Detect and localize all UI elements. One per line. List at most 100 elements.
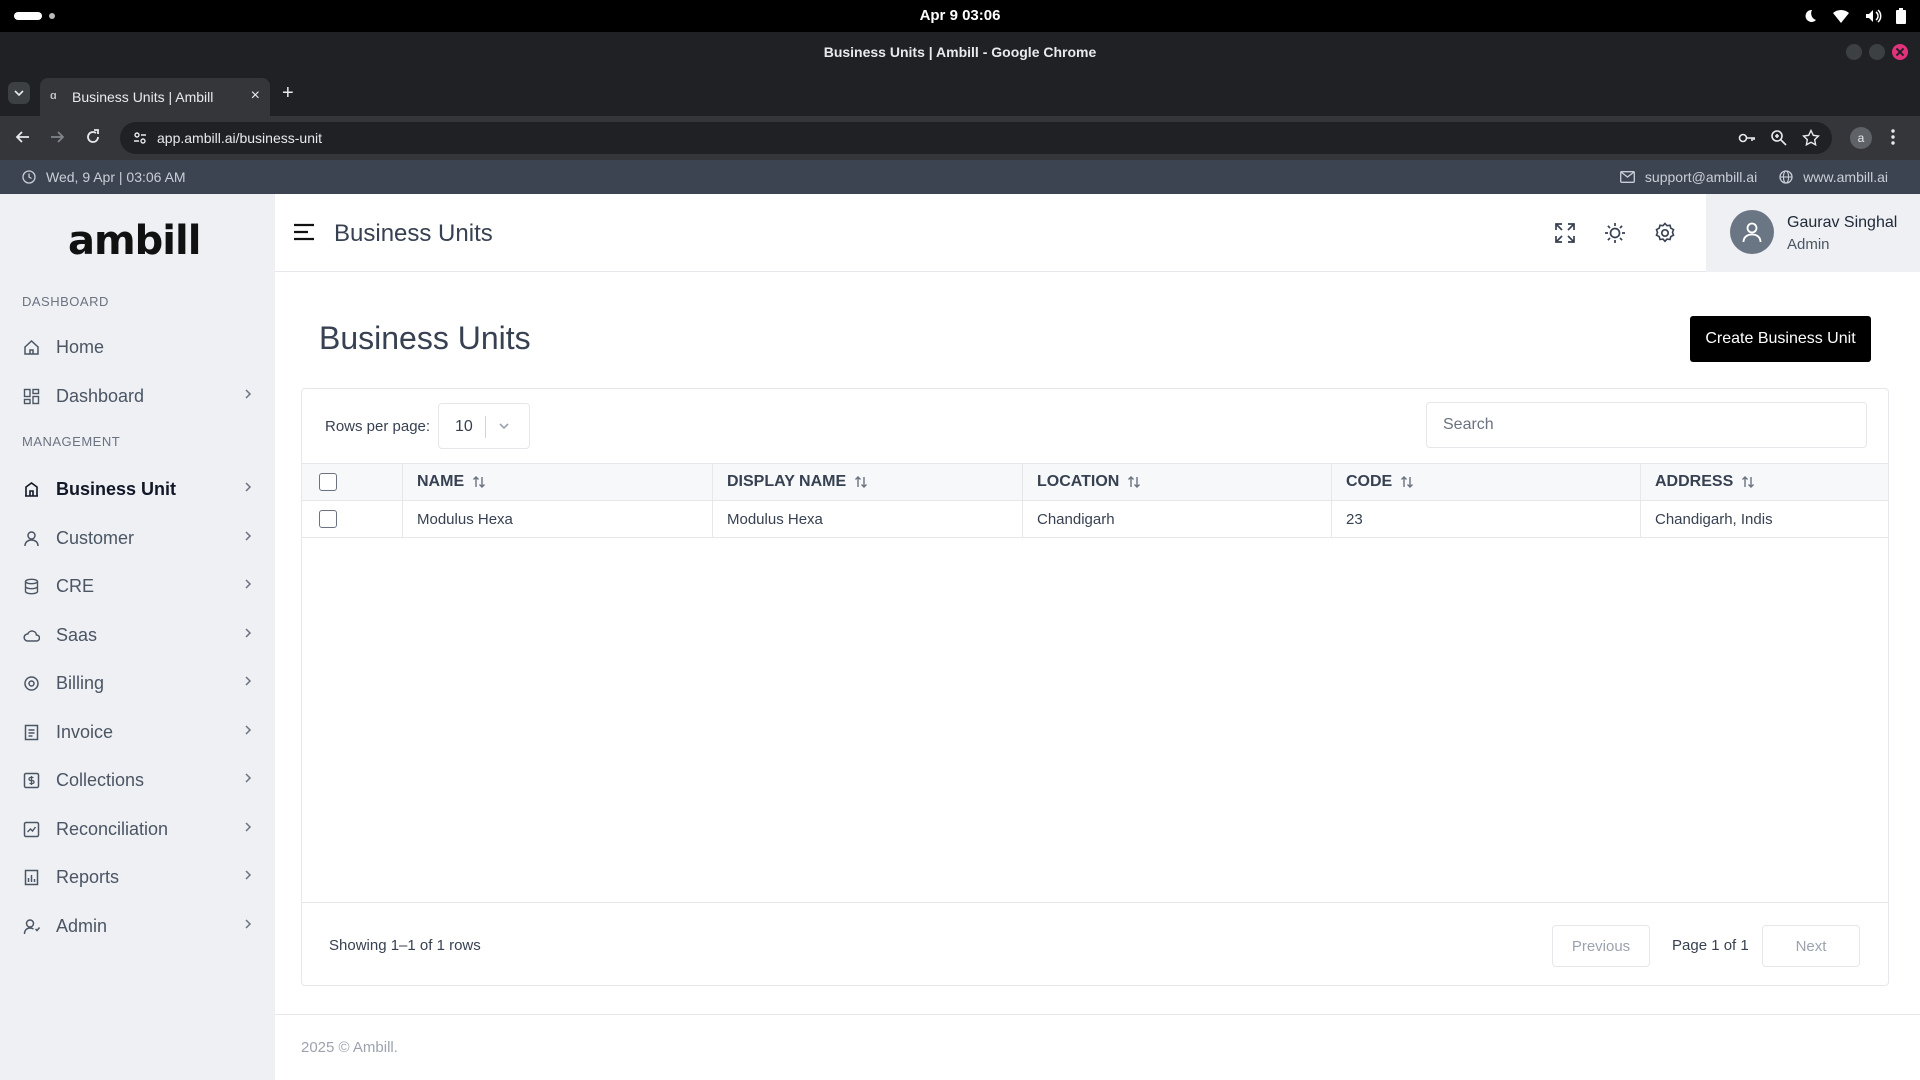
- chevron-right-icon: [244, 530, 252, 542]
- globe-icon: [1779, 170, 1793, 184]
- sidebar-item-dashboard[interactable]: Dashboard: [22, 378, 252, 414]
- forward-button[interactable]: [48, 128, 66, 146]
- chevron-right-icon: [244, 388, 252, 400]
- column-header-label: DISPLAY NAME: [727, 473, 847, 490]
- chevron-right-icon: [244, 772, 252, 784]
- settings-button[interactable]: [1654, 222, 1676, 244]
- ambill-logo[interactable]: ambill: [68, 218, 201, 264]
- menu-toggle-button[interactable]: [293, 223, 315, 241]
- create-business-unit-button[interactable]: Create Business Unit: [1690, 316, 1871, 362]
- sidebar-item-reconciliation[interactable]: Reconciliation: [22, 811, 252, 847]
- tab-search-button[interactable]: [8, 82, 30, 104]
- collections-icon: [22, 771, 40, 789]
- sidebar-item-billing[interactable]: Billing: [22, 665, 252, 701]
- user-icon: [22, 529, 40, 547]
- sidebar-item-invoice[interactable]: Invoice: [22, 714, 252, 750]
- close-window-button[interactable]: [1892, 44, 1908, 60]
- column-header-address[interactable]: ADDRESS: [1640, 464, 1888, 500]
- rows-per-page-label: Rows per page:: [325, 418, 431, 435]
- copyright-text: 2025 © Ambill.: [301, 1039, 398, 1056]
- tab-strip: ɑ Business Units | Ambill × +: [0, 72, 1920, 116]
- page-footer: 2025 © Ambill.: [275, 1014, 1920, 1080]
- database-icon: [22, 577, 40, 595]
- minimize-button[interactable]: [1846, 44, 1862, 60]
- back-button[interactable]: [14, 128, 32, 146]
- sort-icon[interactable]: [1127, 475, 1141, 489]
- user-avatar-icon: [1742, 222, 1762, 243]
- website-text[interactable]: www.ambill.ai: [1803, 169, 1888, 185]
- column-header-name[interactable]: NAME: [402, 464, 712, 500]
- sidebar-item-admin[interactable]: Admin: [22, 908, 252, 944]
- sidebar-item-home[interactable]: Home: [22, 329, 252, 365]
- sort-icon[interactable]: [1741, 475, 1755, 489]
- profile-avatar[interactable]: a: [1850, 127, 1872, 149]
- sidebar-item-collections[interactable]: Collections: [22, 762, 252, 798]
- page-indicator: Page 1 of 1: [1672, 937, 1749, 954]
- system-tray[interactable]: [1802, 8, 1906, 24]
- address-bar[interactable]: app.ambill.ai/business-unit: [120, 122, 1832, 154]
- table-header: NAME DISPLAY NAME LOCATION CODE ADDRESS: [302, 463, 1888, 501]
- zoom-icon[interactable]: [1770, 129, 1788, 147]
- browser-tab[interactable]: ɑ Business Units | Ambill ×: [40, 78, 270, 116]
- column-header-location[interactable]: LOCATION: [1022, 464, 1331, 500]
- reload-button[interactable]: [84, 128, 102, 146]
- dashboard-icon: [22, 387, 40, 405]
- reload-icon: [87, 129, 99, 143]
- sidebar-item-reports[interactable]: Reports: [22, 859, 252, 895]
- building-icon: [22, 480, 40, 498]
- next-page-button[interactable]: Next: [1762, 925, 1860, 967]
- column-header-display-name[interactable]: DISPLAY NAME: [712, 464, 1022, 500]
- url-text[interactable]: app.ambill.ai/business-unit: [157, 130, 322, 146]
- maximize-button[interactable]: [1869, 44, 1885, 60]
- search-input[interactable]: [1426, 402, 1867, 448]
- table-row[interactable]: Modulus Hexa Modulus Hexa Chandigarh 23 …: [302, 501, 1888, 538]
- forward-arrow-icon: [51, 131, 65, 143]
- browser-menu-button[interactable]: [1890, 128, 1896, 146]
- fullscreen-button[interactable]: [1554, 222, 1576, 244]
- omnibox-actions: [1738, 129, 1820, 147]
- site-info-icon[interactable]: [132, 130, 148, 146]
- chevron-right-icon: [244, 918, 252, 930]
- sidebar-item-label: Collections: [56, 769, 145, 790]
- tab-close-button[interactable]: ×: [251, 87, 260, 105]
- sidebar-item-cre[interactable]: CRE: [22, 568, 252, 604]
- password-key-icon[interactable]: [1738, 129, 1756, 147]
- sort-icon[interactable]: [854, 475, 868, 489]
- tab-title: Business Units | Ambill: [72, 89, 214, 105]
- admin-icon: [22, 917, 40, 935]
- window-controls: [1846, 44, 1908, 60]
- support-email-link[interactable]: support@ambill.ai: [1619, 169, 1757, 185]
- os-clock[interactable]: Apr 9 03:06: [0, 7, 1920, 24]
- row-checkbox[interactable]: [319, 510, 337, 528]
- sidebar-item-customer[interactable]: Customer: [22, 520, 252, 556]
- cell-code: 23: [1331, 501, 1640, 537]
- chevron-right-icon: [244, 481, 252, 493]
- column-header-label: CODE: [1346, 473, 1393, 490]
- section-label-dashboard: DASHBOARD: [22, 294, 109, 309]
- sidebar-item-saas[interactable]: Saas: [22, 617, 252, 653]
- support-email-text[interactable]: support@ambill.ai: [1645, 169, 1757, 185]
- app-info-bar: Wed, 9 Apr | 03:06 AM support@ambill.ai …: [0, 160, 1920, 194]
- column-header-code[interactable]: CODE: [1331, 464, 1640, 500]
- sort-icon[interactable]: [472, 475, 486, 489]
- reconciliation-icon: [22, 820, 40, 838]
- select-all-checkbox[interactable]: [319, 473, 337, 491]
- previous-page-button[interactable]: Previous: [1552, 925, 1650, 967]
- sidebar-item-label: Home: [56, 336, 105, 357]
- bookmark-star-icon[interactable]: [1802, 129, 1820, 147]
- battery-icon: [1896, 8, 1906, 24]
- website-link[interactable]: www.ambill.ai: [1779, 169, 1888, 185]
- sidebar-item-business-unit[interactable]: Business Unit: [22, 471, 252, 507]
- select-separator: [485, 416, 486, 438]
- sidebar-item-label: Reports: [56, 866, 120, 887]
- theme-toggle-button[interactable]: [1604, 222, 1626, 244]
- header-title: Business Units: [334, 220, 493, 247]
- chevron-right-icon: [244, 675, 252, 687]
- sort-icon[interactable]: [1400, 475, 1414, 489]
- hamburger-icon: [294, 223, 314, 241]
- user-profile-menu[interactable]: Gaurav Singhal Admin: [1706, 194, 1920, 272]
- volume-icon: [1864, 8, 1882, 24]
- new-tab-button[interactable]: +: [282, 82, 294, 105]
- rows-per-page-select[interactable]: 10: [438, 403, 530, 449]
- mail-icon: [1619, 171, 1635, 183]
